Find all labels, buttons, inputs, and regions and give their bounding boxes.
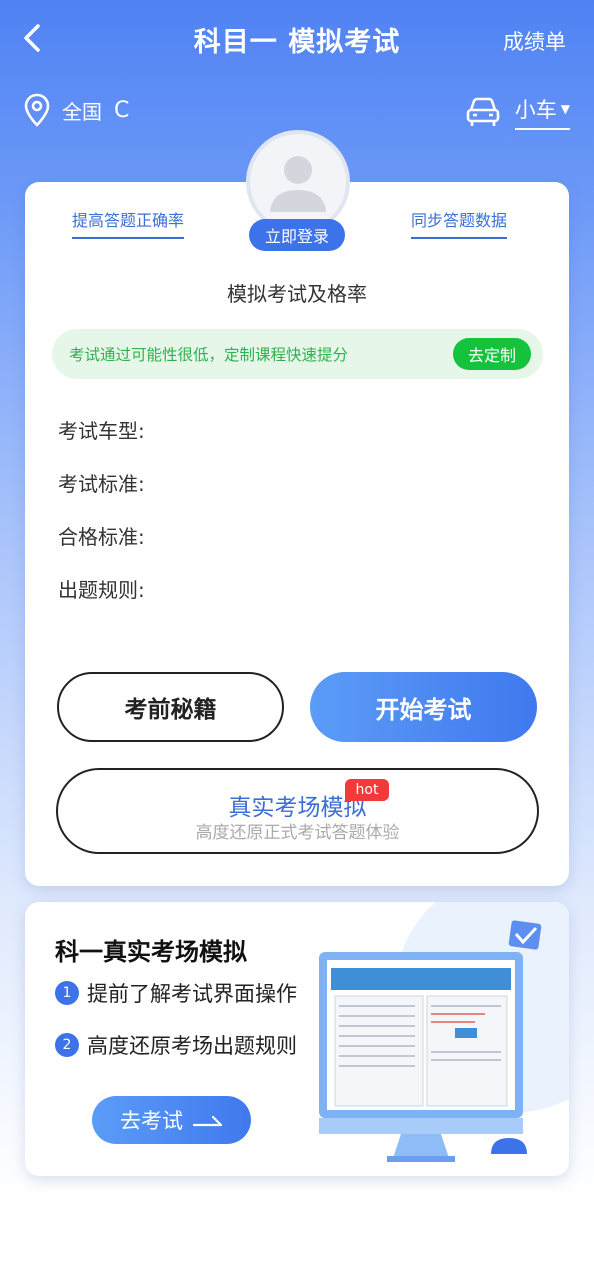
sync-data-link[interactable]: 同步答题数据: [411, 207, 508, 239]
promo-title: 科一真实考场模拟: [55, 938, 247, 966]
question-rule-label: 出题规则:: [58, 578, 145, 602]
go-exam-label: 去考试: [120, 1109, 183, 1133]
caret-down-icon: ▼: [560, 102, 570, 116]
exam-tips-button[interactable]: 考前秘籍: [57, 672, 284, 742]
tip-text: 考试通过可能性很低，定制课程快速提分: [69, 346, 349, 364]
pass-standard-label: 合格标准:: [58, 525, 145, 549]
vehicle-dropdown[interactable]: 小车 ▼: [514, 94, 570, 130]
location-selector[interactable]: 全国 C: [24, 92, 129, 128]
location-pin-icon: [24, 93, 50, 127]
score-report-link[interactable]: 成绩单: [503, 26, 566, 56]
app-header: 科目一 模拟考试 成绩单: [0, 0, 594, 80]
pass-rate-label: 模拟考试及格率: [227, 282, 367, 306]
computer-exam-illustration: [319, 902, 569, 1162]
tip-banner: 考试通过可能性很低，定制课程快速提分 去定制: [52, 329, 543, 379]
customize-button[interactable]: 去定制: [453, 338, 531, 370]
start-exam-button[interactable]: 开始考试: [310, 672, 537, 742]
car-icon: [466, 97, 500, 126]
city-label: 全国: [62, 99, 102, 124]
vehicle-selector[interactable]: 小车 ▼: [465, 92, 570, 132]
promo-card[interactable]: 科一真实考场模拟 1 提前了解考试界面操作 2 高度还原考场出题规则 去考试: [25, 902, 569, 1176]
login-button[interactable]: 立即登录: [249, 219, 345, 251]
improve-accuracy-link[interactable]: 提高答题正确率: [72, 207, 185, 239]
number-badge: 1: [55, 981, 79, 1005]
default-avatar-icon: [250, 134, 346, 230]
promo-item: 2 高度还原考场出题规则: [55, 1030, 297, 1060]
real-exam-subtitle: 高度还原正式考试答题体验: [195, 823, 400, 843]
exam-vehicle-label: 考试车型:: [58, 419, 145, 443]
refresh-icon[interactable]: C: [114, 98, 129, 123]
number-badge: 2: [55, 1033, 79, 1057]
exam-standard-label: 考试标准:: [58, 472, 145, 496]
promo-item-text: 高度还原考场出题规则: [87, 1034, 297, 1058]
real-exam-title: 真实考场模拟: [228, 795, 367, 821]
hot-badge: hot: [345, 779, 389, 801]
real-exam-simulation-button[interactable]: 真实考场模拟 高度还原正式考试答题体验: [56, 768, 539, 854]
go-exam-button[interactable]: 去考试: [92, 1096, 251, 1144]
promo-item: 1 提前了解考试界面操作: [55, 978, 297, 1008]
promo-item-text: 提前了解考试界面操作: [87, 982, 297, 1006]
vehicle-label: 小车: [514, 98, 557, 122]
arrow-right-icon: [193, 1115, 223, 1127]
